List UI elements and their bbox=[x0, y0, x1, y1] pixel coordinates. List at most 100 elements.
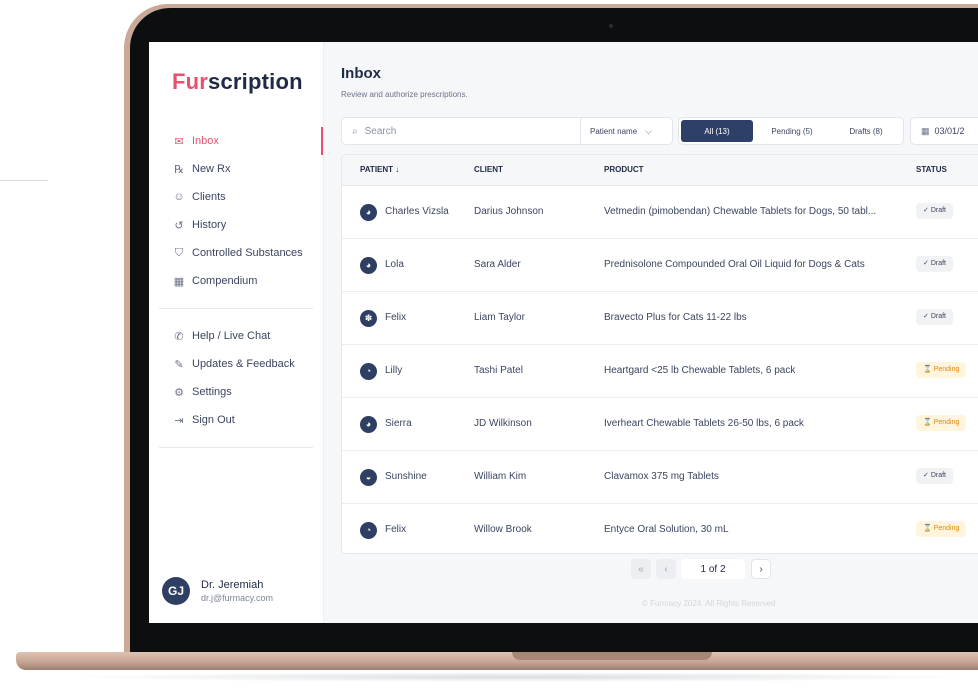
cell-status: ✓ Draft bbox=[916, 186, 953, 238]
status-badge: ⌛ Pending bbox=[916, 521, 967, 538]
cell-patient: ◕ Lola bbox=[360, 239, 472, 291]
sidebar-item-controlled-substances[interactable]: ⛉ Controlled Substances bbox=[149, 239, 323, 267]
hourglass-icon: ⌛ bbox=[923, 366, 932, 374]
table-row[interactable]: ◕ Charles Vizsla Darius Johnson Vetmedin (p… bbox=[342, 186, 978, 239]
date-picker[interactable]: ▦ 03/01/2 bbox=[910, 117, 978, 145]
laptop-hinge-notch bbox=[512, 652, 712, 660]
chevron-down-icon: ⌵ bbox=[645, 125, 652, 136]
sidebar-item-label: Controlled Substances bbox=[192, 247, 303, 259]
sidebar-divider bbox=[159, 308, 313, 309]
status-label: Draft bbox=[930, 472, 946, 480]
column-client: CLIENT bbox=[474, 165, 503, 174]
pencil-icon: ✓ bbox=[923, 472, 929, 480]
patient-name: Lilly bbox=[385, 365, 403, 376]
avatar: GJ bbox=[162, 577, 190, 605]
status-badge: ✓ Draft bbox=[916, 309, 953, 326]
status-badge: ✓ Draft bbox=[916, 256, 953, 273]
cell-product: Iverheart Chewable Tablets 26-50 lbs, 6 … bbox=[604, 418, 804, 429]
tab-drafts[interactable]: Drafts (8) bbox=[831, 120, 901, 142]
sidebar-item-compendium[interactable]: ▦ Compendium bbox=[149, 267, 323, 295]
prescriptions-table: PATIENT ↓ CLIENT PRODUCT STATUS ◕ Charles… bbox=[341, 154, 978, 554]
dog-icon: ◕ bbox=[360, 256, 377, 274]
status-badge: ⌛ Pending bbox=[916, 415, 967, 432]
sidebar-item-label: New Rx bbox=[192, 163, 231, 175]
sidebar-item-help-live-chat[interactable]: ✆ Help / Live Chat bbox=[149, 322, 323, 350]
cat-icon: ◔ bbox=[360, 362, 377, 380]
footer-copyright: © Furmacy 2024. All Rights Reserved bbox=[642, 599, 776, 608]
cell-product: Bravecto Plus for Cats 11-22 lbs bbox=[604, 312, 747, 323]
sidebar-item-updates-feedback[interactable]: ✎ Updates & Feedback bbox=[149, 350, 323, 378]
status-label: Pending bbox=[933, 525, 960, 533]
cell-patient: ◕ Charles Vizsla bbox=[360, 186, 472, 238]
search-input[interactable] bbox=[362, 124, 547, 138]
status-label: Pending bbox=[933, 419, 960, 427]
hourglass-icon: ⌛ bbox=[923, 419, 932, 427]
cell-patient: ◕ Sierra bbox=[360, 398, 472, 450]
pencil-icon: ✓ bbox=[923, 260, 929, 268]
sidebar-item-label: Updates & Feedback bbox=[192, 358, 295, 370]
sidebar-item-label: Sign Out bbox=[192, 414, 235, 426]
sidebar-item-label: Help / Live Chat bbox=[192, 330, 271, 342]
cell-client: Willow Brook bbox=[474, 524, 532, 535]
sidebar-item-clients[interactable]: ☺ Clients bbox=[149, 183, 323, 211]
column-patient[interactable]: PATIENT ↓ bbox=[360, 155, 399, 185]
sidebar-item-new-rx[interactable]: ℞ New Rx bbox=[149, 155, 323, 183]
page-indicator: 1 of 2 bbox=[681, 559, 745, 579]
calendar-icon: ▦ bbox=[921, 125, 930, 136]
cell-product: Heartgard <25 lb Chewable Tablets, 6 pac… bbox=[604, 365, 796, 376]
status-tabs: All (13) Pending (5) Drafts (8) bbox=[678, 117, 904, 145]
settings-icon: ⚙ bbox=[174, 386, 184, 399]
cell-client: Tashi Patel bbox=[474, 365, 523, 376]
page-title: Inbox bbox=[341, 65, 381, 82]
shield-icon: ⛉ bbox=[174, 246, 184, 259]
patient-name-select[interactable]: Patient name ⌵ bbox=[581, 117, 673, 145]
table-row[interactable]: ✽ Felix Liam Taylor Bravecto Plus for Cats … bbox=[342, 292, 978, 345]
cell-product: Prednisolone Compounded Oral Oil Liquid … bbox=[604, 259, 865, 270]
sidebar-item-settings[interactable]: ⚙ Settings bbox=[149, 378, 323, 406]
table-row[interactable]: ◕ Sierra JD Wilkinson Iverheart Chewable Ta… bbox=[342, 398, 978, 451]
table-row[interactable]: ◔ Lilly Tashi Patel Heartgard <25 lb Chewab… bbox=[342, 345, 978, 398]
sidebar-item-label: History bbox=[192, 219, 227, 231]
date-value: 03/01/2 bbox=[934, 126, 965, 136]
prev-page-button[interactable]: ‹ bbox=[656, 559, 676, 579]
secondary-nav: ✆ Help / Live Chat ✎ Updates & Feedback ⚙ Set… bbox=[149, 322, 323, 434]
laptop-base bbox=[16, 652, 978, 670]
sidebar-item-history[interactable]: ↺ History bbox=[149, 211, 323, 239]
sidebar-item-sign-out[interactable]: ⇥ Sign Out bbox=[149, 406, 323, 434]
next-page-button[interactable]: › bbox=[751, 559, 771, 579]
search-box[interactable]: ⌕ bbox=[341, 117, 581, 145]
cell-client: William Kim bbox=[474, 471, 527, 482]
table-row[interactable]: ◔ Felix Willow Brook Entyce Oral Solution, … bbox=[342, 504, 978, 553]
patient-name: Charles Vizsla bbox=[385, 206, 449, 217]
first-page-button[interactable]: « bbox=[631, 559, 651, 579]
primary-nav: ✉ Inbox ℞ New Rx ☺ Clients ↺ History ⛉ Controlled… bbox=[149, 127, 323, 295]
tab-pending[interactable]: Pending (5) bbox=[753, 120, 831, 142]
bird-icon: ◒ bbox=[360, 468, 377, 486]
cell-status: ✓ Draft bbox=[916, 451, 953, 503]
patient-name: Felix bbox=[385, 524, 407, 535]
user-profile[interactable]: GJ Dr. Jeremiah dr.j@furmacy.com bbox=[162, 577, 273, 605]
rx-icon: ℞ bbox=[174, 163, 184, 176]
cat-icon: ◔ bbox=[360, 521, 377, 539]
table-header: PATIENT ↓ CLIENT PRODUCT STATUS bbox=[342, 155, 978, 186]
table-row[interactable]: ◕ Lola Sara Alder Prednisolone Compounded O… bbox=[342, 239, 978, 292]
patient-name: Sierra bbox=[385, 418, 412, 429]
brand-logo[interactable]: Furscription bbox=[172, 69, 303, 95]
cell-status: ⌛ Pending bbox=[916, 398, 967, 450]
webcam bbox=[609, 24, 613, 28]
table-row[interactable]: ◒ Sunshine William Kim Clavamox 375 mg Tabl… bbox=[342, 451, 978, 504]
sidebar-nav: ✉ Inbox ℞ New Rx ☺ Clients ↺ History ⛉ Controlled… bbox=[149, 127, 323, 461]
pencil-icon: ✓ bbox=[923, 313, 929, 321]
status-label: Draft bbox=[930, 313, 946, 321]
user-info: Dr. Jeremiah dr.j@furmacy.com bbox=[201, 579, 273, 603]
sidebar-item-label: Inbox bbox=[192, 135, 219, 147]
sidebar: Furscription ✉ Inbox ℞ New Rx ☺ Clients ↺ Histo… bbox=[149, 42, 324, 623]
user-name: Dr. Jeremiah bbox=[201, 579, 264, 591]
search-icon: ⌕ bbox=[352, 125, 358, 137]
cell-product: Vetmedin (pimobendan) Chewable Tablets f… bbox=[604, 206, 877, 217]
tab-all[interactable]: All (13) bbox=[681, 120, 753, 142]
sidebar-item-inbox[interactable]: ✉ Inbox bbox=[149, 127, 323, 155]
app-screen: Furscription ✉ Inbox ℞ New Rx ☺ Clients ↺ Histo… bbox=[149, 42, 978, 623]
cell-client: Liam Taylor bbox=[474, 312, 525, 323]
compendium-icon: ▦ bbox=[173, 275, 185, 288]
